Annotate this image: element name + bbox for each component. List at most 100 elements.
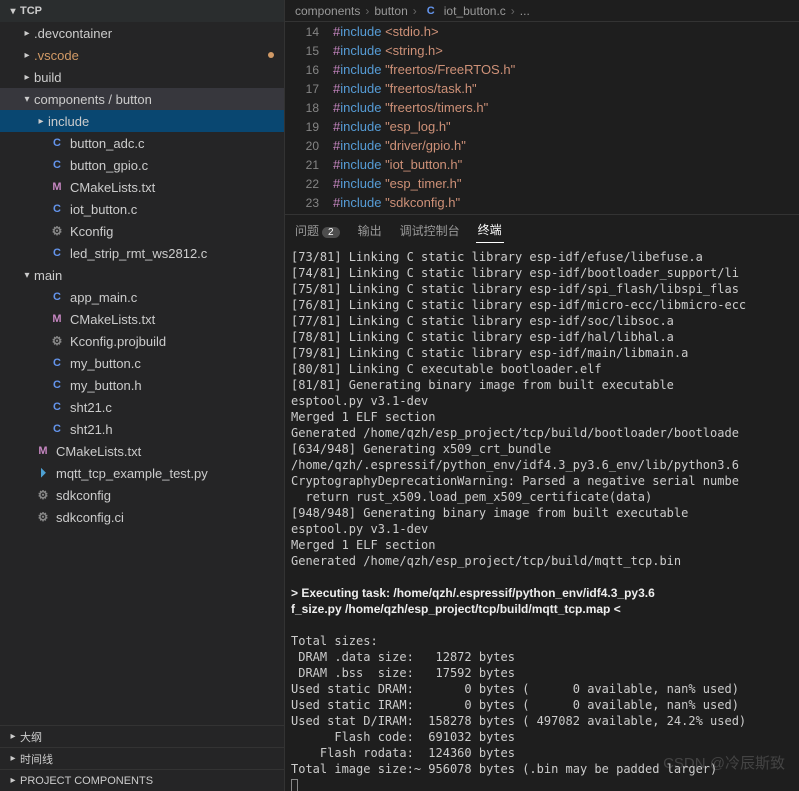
modified-dot-icon [268,52,274,58]
python-icon: ⏵ [34,466,52,481]
tab-output[interactable]: 输出 [356,218,384,243]
code-editor[interactable]: 14#include <stdio.h>15#include <string.h… [285,22,799,214]
tab-debug[interactable]: 调试控制台 [398,218,462,243]
tree-label: sht21.c [70,400,112,415]
code-line[interactable]: 21#include "iot_button.h" [285,155,799,174]
code-line[interactable]: 20#include "driver/gpio.h" [285,136,799,155]
tree-label: my_button.c [70,356,141,371]
file-item[interactable]: ⚙sdkconfig [0,484,284,506]
code-line[interactable]: 14#include <stdio.h> [285,22,799,41]
file-item[interactable]: ⚙ Kconfig [0,220,284,242]
bottom-panels: ▸大纲▸时间线▸PROJECT COMPONENTS [0,725,284,791]
tree-label: include [48,114,89,129]
code-line[interactable]: 16#include "freertos/FreeRTOS.h" [285,60,799,79]
c-file-icon: C [422,5,440,17]
crumb[interactable]: ... [520,4,530,18]
tree-label: mqtt_tcp_example_test.py [56,466,208,481]
c-file-icon: C [48,357,66,369]
tree-label: sht21.h [70,422,113,437]
line-number: 20 [285,139,333,153]
tree-label: CMakeLists.txt [70,312,155,327]
chevron-icon: › [365,4,369,18]
code-line[interactable]: 17#include "freertos/task.h" [285,79,799,98]
folder-item[interactable]: ▾main [0,264,284,286]
tree-label: button_adc.c [70,136,144,151]
tree-label: sdkconfig.ci [56,510,124,525]
collapsed-panel[interactable]: ▸PROJECT COMPONENTS [0,769,284,791]
file-item[interactable]: Cmy_button.h [0,374,284,396]
folder-item[interactable]: ▸.vscode [0,44,284,66]
chevron-icon: ▸ [6,753,20,764]
folder-item[interactable]: ▾TCP [0,0,284,22]
file-item[interactable]: Cbutton_adc.c [0,132,284,154]
gear-icon: ⚙ [34,510,52,524]
panel-title: PROJECT COMPONENTS [20,775,153,787]
code-line[interactable]: 19#include "esp_log.h" [285,117,799,136]
tree-label: led_strip_rmt_ws2812.c [70,246,207,261]
tab-terminal[interactable]: 终端 [476,217,504,243]
crumb[interactable]: components [295,4,360,18]
terminal[interactable]: [73/81] Linking C static library esp-idf… [285,245,799,791]
line-number: 14 [285,25,333,39]
chevron-icon: ▾ [6,6,20,17]
tab-problems[interactable]: 问题2 [293,218,342,243]
collapsed-panel[interactable]: ▸时间线 [0,747,284,769]
chevron-icon: › [511,4,515,18]
code-line[interactable]: 22#include "esp_timer.h" [285,174,799,193]
code-line[interactable]: 15#include <string.h> [285,41,799,60]
file-item[interactable]: Ciot_button.c [0,198,284,220]
tree-label: Kconfig [70,224,113,239]
chevron-icon: ▸ [20,28,34,39]
file-item[interactable]: Cmy_button.c [0,352,284,374]
m-file-icon: M [48,181,66,193]
line-number: 23 [285,196,333,210]
problems-badge: 2 [322,227,340,238]
file-item[interactable]: ⏵ mqtt_tcp_example_test.py [0,462,284,484]
folder-item[interactable]: ▸.devcontainer [0,22,284,44]
chevron-icon: ▸ [20,50,34,61]
file-item[interactable]: Cled_strip_rmt_ws2812.c [0,242,284,264]
c-file-icon: C [48,159,66,171]
tree-label: components / button [34,92,152,107]
file-item[interactable]: Cbutton_gpio.c [0,154,284,176]
folder-item[interactable]: ▸build [0,66,284,88]
tree-label: CMakeLists.txt [56,444,141,459]
file-item[interactable]: MCMakeLists.txt [0,176,284,198]
line-number: 21 [285,158,333,172]
code-line[interactable]: 23#include "sdkconfig.h" [285,193,799,212]
file-item[interactable]: MCMakeLists.txt [0,440,284,462]
crumb[interactable]: button [374,4,407,18]
line-number: 17 [285,82,333,96]
tree-label: my_button.h [70,378,142,393]
chevron-icon: ▸ [20,72,34,83]
collapsed-panel[interactable]: ▸大纲 [0,725,284,747]
file-item[interactable]: Capp_main.c [0,286,284,308]
gear-icon: ⚙ [48,224,66,238]
c-file-icon: C [48,379,66,391]
panel-zone: 问题2 输出 调试控制台 终端 [73/81] Linking C static… [285,214,799,791]
tree-label: button_gpio.c [70,158,148,173]
editor-area: components › button › C iot_button.c › .… [285,0,799,791]
breadcrumb[interactable]: components › button › C iot_button.c › .… [285,0,799,22]
file-item[interactable]: Csht21.h [0,418,284,440]
folder-item[interactable]: ▸include [0,110,284,132]
file-item[interactable]: Csht21.c [0,396,284,418]
folder-item[interactable]: ▾components / button [0,88,284,110]
chevron-icon: ▸ [34,116,48,127]
c-file-icon: C [48,137,66,149]
explorer-sidebar: ▾TCP▸.devcontainer▸.vscode▸build▾compone… [0,0,285,791]
file-item[interactable]: ⚙Kconfig.projbuild [0,330,284,352]
line-number: 15 [285,44,333,58]
line-number: 22 [285,177,333,191]
line-number: 16 [285,63,333,77]
terminal-cursor [291,779,298,791]
file-item[interactable]: ⚙ sdkconfig.ci [0,506,284,528]
tree-label: Kconfig.projbuild [70,334,166,349]
tree-label: .devcontainer [34,26,112,41]
c-file-icon: C [48,291,66,303]
c-file-icon: C [48,423,66,435]
file-item[interactable]: MCMakeLists.txt [0,308,284,330]
code-line[interactable]: 18#include "freertos/timers.h" [285,98,799,117]
panel-title: 大纲 [20,729,42,745]
crumb[interactable]: iot_button.c [444,4,506,18]
